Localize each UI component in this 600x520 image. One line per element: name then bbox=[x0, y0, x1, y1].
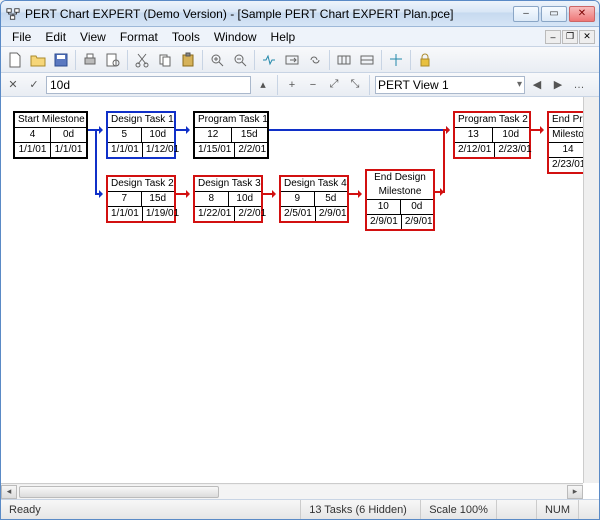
connector bbox=[349, 193, 361, 195]
scroll-thumb[interactable] bbox=[19, 486, 219, 498]
layout-vertical-button[interactable] bbox=[356, 49, 378, 71]
home-button[interactable] bbox=[385, 49, 407, 71]
new-button[interactable] bbox=[4, 49, 26, 71]
node-design-task-2[interactable]: Design Task 2 715d 1/1/011/19/01 bbox=[106, 175, 176, 223]
menu-file[interactable]: File bbox=[5, 30, 38, 44]
trace-button[interactable] bbox=[258, 49, 280, 71]
app-icon bbox=[5, 6, 21, 22]
view-select[interactable]: PERT View 1 bbox=[375, 76, 525, 94]
accept-edit-button[interactable]: ✓ bbox=[25, 76, 43, 94]
status-num: NUM bbox=[537, 500, 579, 519]
connector bbox=[176, 193, 189, 195]
main-toolbar bbox=[1, 47, 599, 73]
horizontal-scrollbar[interactable]: ◂ ▸ bbox=[1, 483, 583, 499]
node-design-task-3[interactable]: Design Task 3 810d 1/22/012/2/01 bbox=[193, 175, 263, 223]
open-button[interactable] bbox=[27, 49, 49, 71]
status-ready: Ready bbox=[1, 500, 301, 519]
duration-input[interactable] bbox=[46, 76, 251, 94]
window-title: PERT Chart EXPERT (Demo Version) - [Samp… bbox=[25, 7, 513, 21]
close-button[interactable]: ✕ bbox=[569, 6, 595, 22]
zoom-in-button[interactable] bbox=[206, 49, 228, 71]
connector bbox=[443, 129, 445, 193]
menu-window[interactable]: Window bbox=[207, 30, 264, 44]
status-scale: Scale 100% bbox=[421, 500, 497, 519]
node-program-task-2[interactable]: Program Task 2 1310d 2/12/012/23/01 bbox=[453, 111, 531, 159]
title-bar: PERT Chart EXPERT (Demo Version) - [Samp… bbox=[1, 1, 599, 27]
scroll-right-button[interactable]: ▸ bbox=[567, 485, 583, 499]
scroll-left-button[interactable]: ◂ bbox=[1, 485, 17, 499]
lock-button[interactable] bbox=[414, 49, 436, 71]
zoom-out-button[interactable] bbox=[229, 49, 251, 71]
vertical-scrollbar[interactable] bbox=[583, 97, 599, 483]
mdi-controls: – ❐ ✕ bbox=[545, 30, 595, 44]
expand-icon[interactable]: ⤢ bbox=[325, 76, 343, 94]
status-tasks: 13 Tasks (6 Hidden) bbox=[301, 500, 421, 519]
connector bbox=[435, 191, 443, 193]
save-button[interactable] bbox=[50, 49, 72, 71]
collapse-icon[interactable]: ⤡ bbox=[346, 76, 364, 94]
connector bbox=[95, 193, 102, 195]
menu-view[interactable]: View bbox=[73, 30, 113, 44]
connector bbox=[443, 129, 449, 131]
window-controls: – ▭ ✕ bbox=[513, 6, 595, 22]
node-end-design-milestone[interactable]: End Design Milestone 100d 2/9/012/9/01 bbox=[365, 169, 435, 231]
minus-icon[interactable]: − bbox=[304, 76, 322, 94]
maximize-button[interactable]: ▭ bbox=[541, 6, 567, 22]
connector bbox=[531, 129, 543, 131]
scroll-track[interactable] bbox=[17, 485, 567, 499]
connector bbox=[269, 129, 449, 131]
print-preview-button[interactable] bbox=[102, 49, 124, 71]
node-design-task-4[interactable]: Design Task 4 95d 2/5/012/9/01 bbox=[279, 175, 349, 223]
chart-canvas[interactable]: Start Milestone 40d 1/1/011/1/01 Design … bbox=[1, 97, 599, 499]
status-blank1 bbox=[497, 500, 537, 519]
spinner-up-button[interactable]: ▴ bbox=[254, 76, 272, 94]
copy-button[interactable] bbox=[154, 49, 176, 71]
link-button[interactable] bbox=[304, 49, 326, 71]
formula-bar: ✕ ✓ ▴ + − ⤢ ⤡ PERT View 1 ◀ ▶ … bbox=[1, 73, 599, 97]
prev-view-button[interactable]: ◀ bbox=[528, 76, 546, 94]
menu-help[interactable]: Help bbox=[264, 30, 303, 44]
connector bbox=[263, 193, 275, 195]
status-bar: Ready 13 Tasks (6 Hidden) Scale 100% NUM bbox=[1, 499, 599, 519]
menu-edit[interactable]: Edit bbox=[38, 30, 73, 44]
layout-horizontal-button[interactable] bbox=[333, 49, 355, 71]
status-blank2 bbox=[579, 500, 599, 519]
print-button[interactable] bbox=[79, 49, 101, 71]
menu-format[interactable]: Format bbox=[113, 30, 165, 44]
mdi-minimize-button[interactable]: – bbox=[545, 30, 561, 44]
node-program-task-1[interactable]: Program Task 1 1215d 1/15/012/2/01 bbox=[193, 111, 269, 159]
node-design-task-1[interactable]: Design Task 1 510d 1/1/011/12/01 bbox=[106, 111, 176, 159]
minimize-button[interactable]: – bbox=[513, 6, 539, 22]
goto-task-button[interactable] bbox=[281, 49, 303, 71]
plus-icon[interactable]: + bbox=[283, 76, 301, 94]
connector bbox=[176, 129, 189, 131]
cut-button[interactable] bbox=[131, 49, 153, 71]
menu-tools[interactable]: Tools bbox=[165, 30, 207, 44]
node-end-program-milestone[interactable]: End Prog Milesto 14 2/23/01 bbox=[547, 111, 587, 174]
next-view-button[interactable]: ▶ bbox=[549, 76, 567, 94]
view-more-button[interactable]: … bbox=[570, 76, 588, 94]
app-window: PERT Chart EXPERT (Demo Version) - [Samp… bbox=[0, 0, 600, 520]
node-start-milestone[interactable]: Start Milestone 40d 1/1/011/1/01 bbox=[13, 111, 88, 159]
connector bbox=[95, 129, 97, 193]
mdi-close-button[interactable]: ✕ bbox=[579, 30, 595, 44]
mdi-restore-button[interactable]: ❐ bbox=[562, 30, 578, 44]
paste-button[interactable] bbox=[177, 49, 199, 71]
menu-bar: File Edit View Format Tools Window Help … bbox=[1, 27, 599, 47]
cancel-edit-button[interactable]: ✕ bbox=[4, 76, 22, 94]
